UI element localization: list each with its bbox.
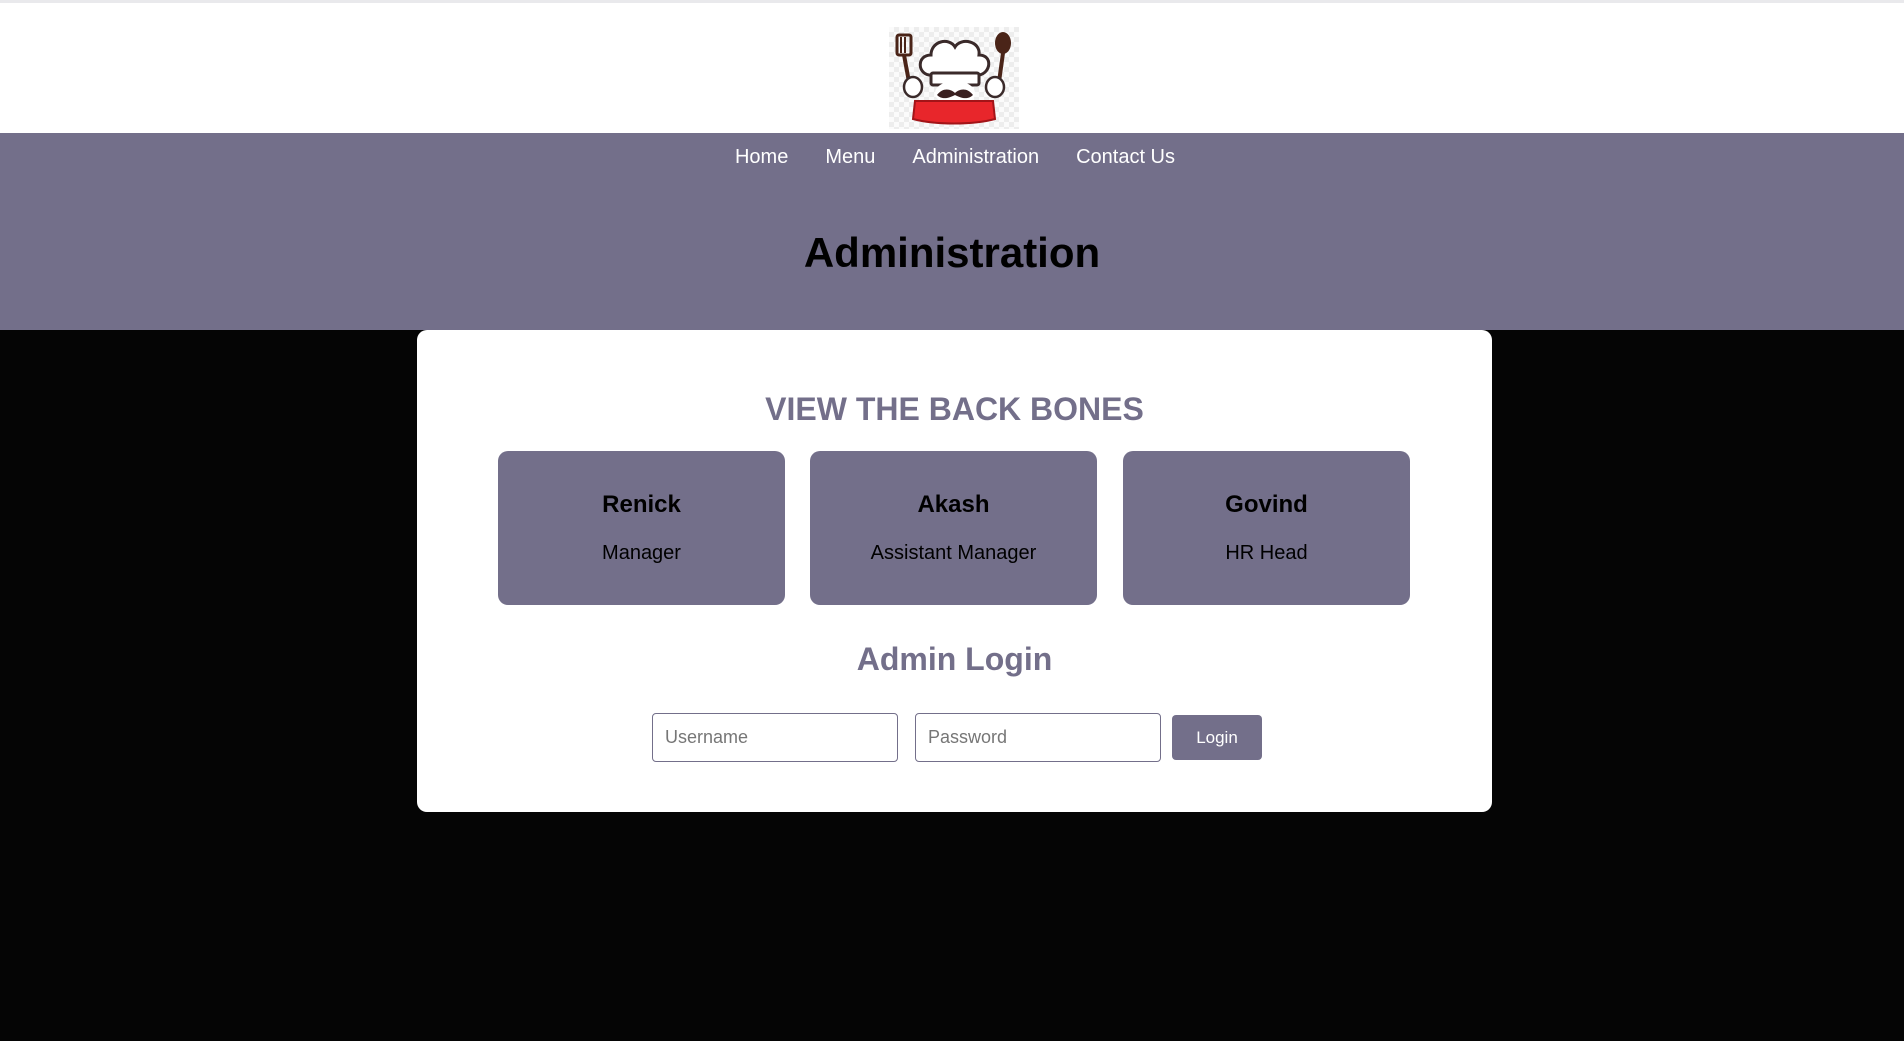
chef-logo-icon[interactable]: [889, 27, 1019, 129]
main-navigation: Home Menu Administration Contact Us Admi…: [0, 133, 1904, 330]
nav-item-administration[interactable]: Administration: [912, 145, 1039, 169]
staff-name: Akash: [917, 491, 990, 518]
staff-name: Govind: [1225, 491, 1308, 518]
staff-role: Manager: [602, 542, 681, 564]
chef-logo-graphic: [895, 32, 1011, 125]
staff-section-title: VIEW THE BACK BONES: [765, 391, 1144, 427]
username-input[interactable]: [652, 713, 898, 762]
staff-name: Renick: [602, 491, 681, 518]
staff-card: Govind HR Head: [1123, 451, 1410, 605]
password-input[interactable]: [915, 713, 1161, 762]
nav-item-home[interactable]: Home: [735, 145, 788, 169]
admin-panel: VIEW THE BACK BONES Renick Manager Akash…: [417, 330, 1492, 812]
page-title: Administration: [803, 229, 1101, 276]
staff-card: Renick Manager: [498, 451, 785, 605]
staff-role: HR Head: [1225, 542, 1308, 564]
nav-links: Home Menu Administration Contact Us: [0, 145, 1904, 169]
site-header: [0, 3, 1904, 133]
nav-item-menu[interactable]: Menu: [825, 145, 875, 169]
staff-card: Akash Assistant Manager: [810, 451, 1097, 605]
login-button[interactable]: Login: [1172, 715, 1262, 760]
nav-item-contact-us[interactable]: Contact Us: [1076, 145, 1175, 169]
staff-role: Assistant Manager: [870, 542, 1037, 564]
admin-login-title: Admin Login: [856, 641, 1053, 677]
